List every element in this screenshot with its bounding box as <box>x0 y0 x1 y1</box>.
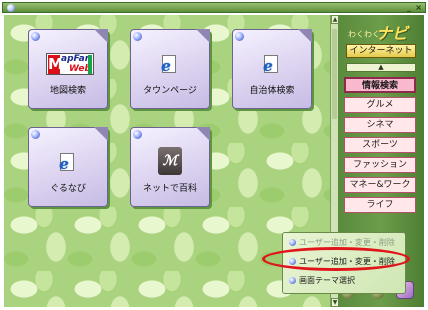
tile-corner-fold <box>196 127 210 141</box>
scroll-thumb[interactable] <box>332 29 337 119</box>
tile-map-search[interactable]: M apFan Web 地図検索 <box>28 29 108 109</box>
tile-label: 自治体検索 <box>249 86 295 96</box>
ie-e-icon: e <box>263 57 273 75</box>
tile-corner-fold <box>94 29 108 43</box>
internet-button[interactable]: インターネット <box>346 44 416 58</box>
tile-ball-icon <box>133 32 142 41</box>
app-logo: ナビ <box>376 24 409 43</box>
tile-label: タウンページ <box>143 86 197 96</box>
tile-label: 地図検索 <box>49 86 86 96</box>
ie-document-icon: e <box>56 153 76 175</box>
tile-ball-icon <box>235 32 244 41</box>
tile-ball-icon <box>31 130 40 139</box>
ie-e-icon: e <box>161 57 171 75</box>
mapfan-logo: M apFan Web <box>46 53 94 75</box>
category-gourmet[interactable]: グルメ <box>344 97 416 113</box>
popup-item-theme-select[interactable]: 画面テーマ選択 <box>289 273 403 289</box>
category-life[interactable]: ライフ <box>344 197 416 213</box>
category-info-search[interactable]: 情報検索 <box>344 77 416 93</box>
highlight-ellipse <box>262 247 410 271</box>
tile-municipality-search[interactable]: e 自治体検索 <box>232 29 312 109</box>
tile-townpage[interactable]: e タウンページ <box>130 29 210 109</box>
tile-label: ネットで百科 <box>142 184 197 194</box>
mapfan-text: apFan <box>61 54 92 64</box>
tile-gurunavi[interactable]: e ぐるなび <box>28 127 108 207</box>
category-scroll-up-button[interactable]: ▲ <box>346 63 416 72</box>
minimize-button[interactable]: _ <box>407 3 411 12</box>
app-ball-icon <box>7 4 15 12</box>
tile-corner-fold <box>298 29 312 43</box>
category-cinema[interactable]: シネマ <box>344 117 416 133</box>
menu-ball-icon <box>289 239 296 246</box>
menu-ball-icon <box>289 277 296 284</box>
ie-document-icon: e <box>260 55 280 77</box>
mapfan-stripe <box>88 55 92 74</box>
popup-item-label: ユーザー追加・変更・削除 <box>299 238 395 247</box>
app-window: _ × M apFan Web 地図検索 e タウンページ e 自治体検索 e … <box>0 0 428 310</box>
ie-document-icon: e <box>158 55 178 77</box>
tile-ball-icon <box>133 130 142 139</box>
tile-ball-icon <box>31 32 40 41</box>
title-bar: _ × <box>2 2 426 13</box>
category-fashion[interactable]: ファッション <box>344 157 416 173</box>
tile-label: ぐるなび <box>50 184 86 194</box>
tile-net-encyclopedia[interactable]: ℳ ネットで百科 <box>130 127 210 207</box>
mapfan-m-letter: M <box>48 55 63 74</box>
encyclopedia-icon: ℳ <box>158 147 182 175</box>
category-sports[interactable]: スポーツ <box>344 137 416 153</box>
tile-corner-fold <box>94 127 108 141</box>
category-money-work[interactable]: マネー&ワーク <box>344 177 416 193</box>
popup-item-label: 画面テーマ選択 <box>299 276 355 285</box>
close-button[interactable]: × <box>415 3 422 12</box>
ie-e-icon: e <box>59 155 69 173</box>
tile-corner-fold <box>196 29 210 43</box>
